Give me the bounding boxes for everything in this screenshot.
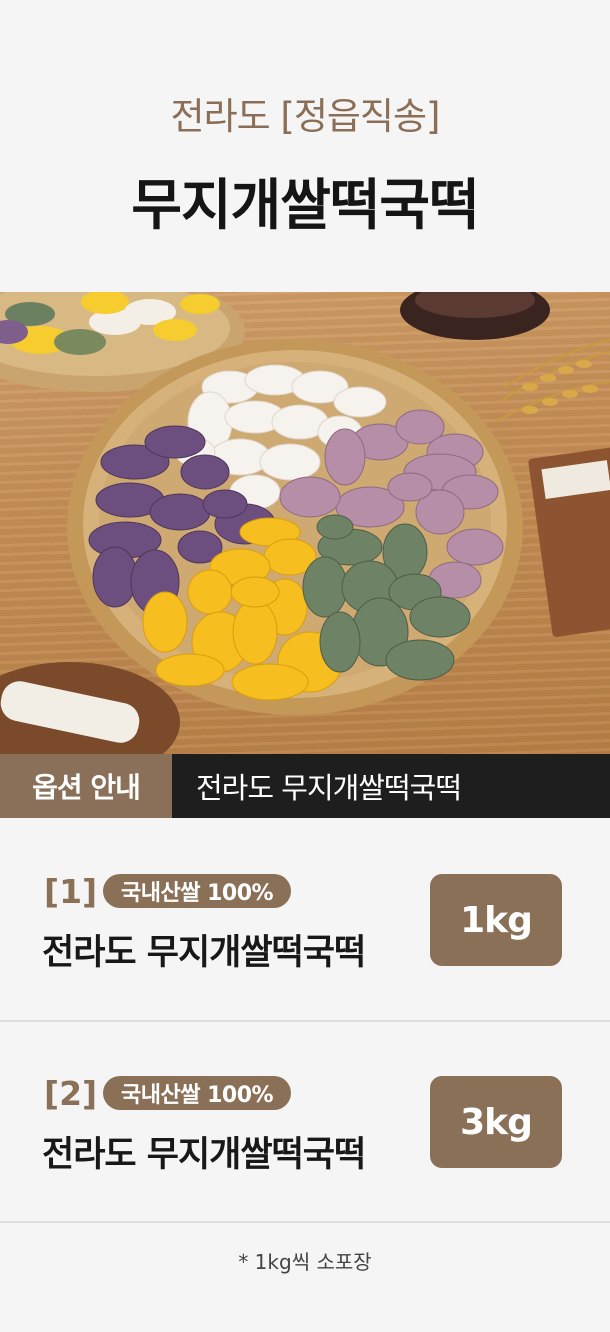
- option-item: [1] 국내산쌀 100% 전라도 무지개쌀떡국떡 1kg: [0, 820, 610, 1020]
- page-subtitle: 전라도 [정읍직송]: [170, 95, 441, 138]
- rice-cake-basket-illustration: [0, 292, 610, 754]
- option-name: 전라도 무지개쌀떡국떡: [42, 1135, 366, 1175]
- product-photo: [0, 292, 610, 754]
- packaging-footnote: * 1kg씩 소포장: [238, 1250, 372, 1274]
- weight-1kg-button[interactable]: 1kg: [430, 874, 562, 966]
- option-banner: 옵션 안내 전라도 무지개쌀떡국떡: [0, 754, 610, 818]
- page-title: 무지개쌀떡국떡: [131, 173, 479, 237]
- option-item: [2] 국내산쌀 100% 전라도 무지개쌀떡국떡 3kg: [0, 1022, 610, 1222]
- option-name: 전라도 무지개쌀떡국떡: [42, 933, 366, 973]
- divider: [0, 1221, 610, 1223]
- weight-3kg-button[interactable]: 3kg: [430, 1076, 562, 1168]
- option-number: [2]: [44, 1074, 98, 1113]
- header: 전라도 [정읍직송] 무지개쌀떡국떡: [0, 0, 610, 292]
- option-number: [1]: [44, 872, 98, 911]
- origin-badge: 국내산쌀 100%: [103, 874, 292, 908]
- origin-badge: 국내산쌀 100%: [103, 1076, 292, 1110]
- option-guide-label: 옵션 안내: [0, 754, 172, 818]
- banner-product-name: 전라도 무지개쌀떡국떡: [172, 754, 610, 818]
